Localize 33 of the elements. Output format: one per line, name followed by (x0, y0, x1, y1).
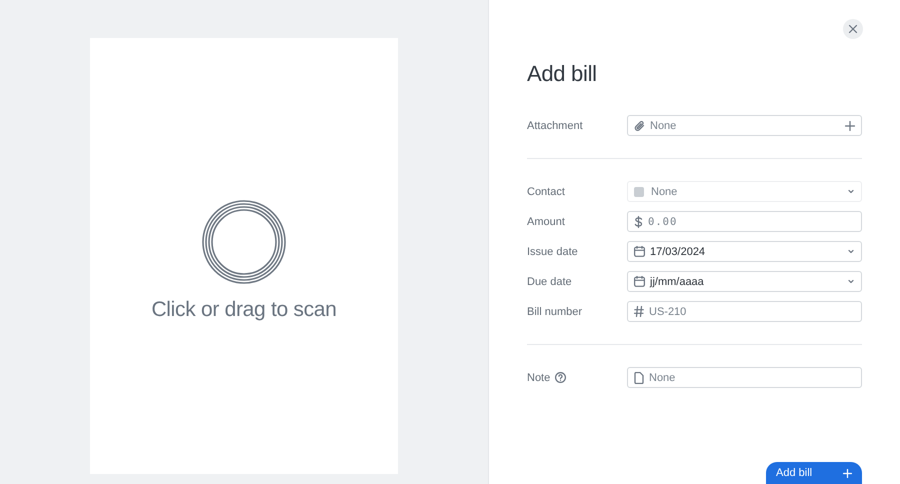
plus-icon (845, 120, 855, 130)
calendar-icon (634, 246, 645, 257)
field-label: Contact (527, 186, 565, 198)
input-field[interactable]: US-210 (627, 301, 862, 322)
plus-icon (843, 468, 852, 478)
scan-prompt: Click or drag to scan (151, 298, 337, 322)
close-icon (849, 25, 857, 33)
field-label: Note (527, 372, 550, 384)
chevron-down-icon (847, 279, 855, 284)
field-label: Attachment (527, 120, 583, 132)
field-label: Issue date (527, 246, 578, 258)
scan-area[interactable]: Click or drag to scan (90, 38, 398, 474)
hash-icon (634, 306, 644, 317)
field-label: Bill number (527, 306, 582, 318)
color-swatch-icon (634, 186, 644, 196)
dollar-icon (634, 216, 643, 228)
field-label: Due date (527, 276, 572, 288)
calendar-icon (634, 276, 645, 287)
dropdown-field[interactable]: None (627, 181, 862, 202)
document-icon (634, 372, 644, 384)
add-bill-button[interactable]: Add bill (766, 462, 862, 484)
chevron-down-icon (847, 189, 855, 194)
field-label: Amount (527, 216, 565, 228)
dropdown-field[interactable]: 17/03/2024 (627, 241, 862, 262)
close-button[interactable] (843, 19, 863, 39)
concentric-rings-icon (202, 200, 286, 284)
input-field[interactable]: None (627, 115, 862, 136)
chevron-down-icon (847, 249, 855, 254)
input-field[interactable]: None (627, 367, 862, 388)
dropdown-field[interactable]: jj/mm/aaaa (627, 271, 862, 292)
paperclip-icon (634, 120, 645, 132)
input-field[interactable]: 0.00 (627, 211, 862, 232)
dialog-title: Add bill (527, 61, 598, 87)
